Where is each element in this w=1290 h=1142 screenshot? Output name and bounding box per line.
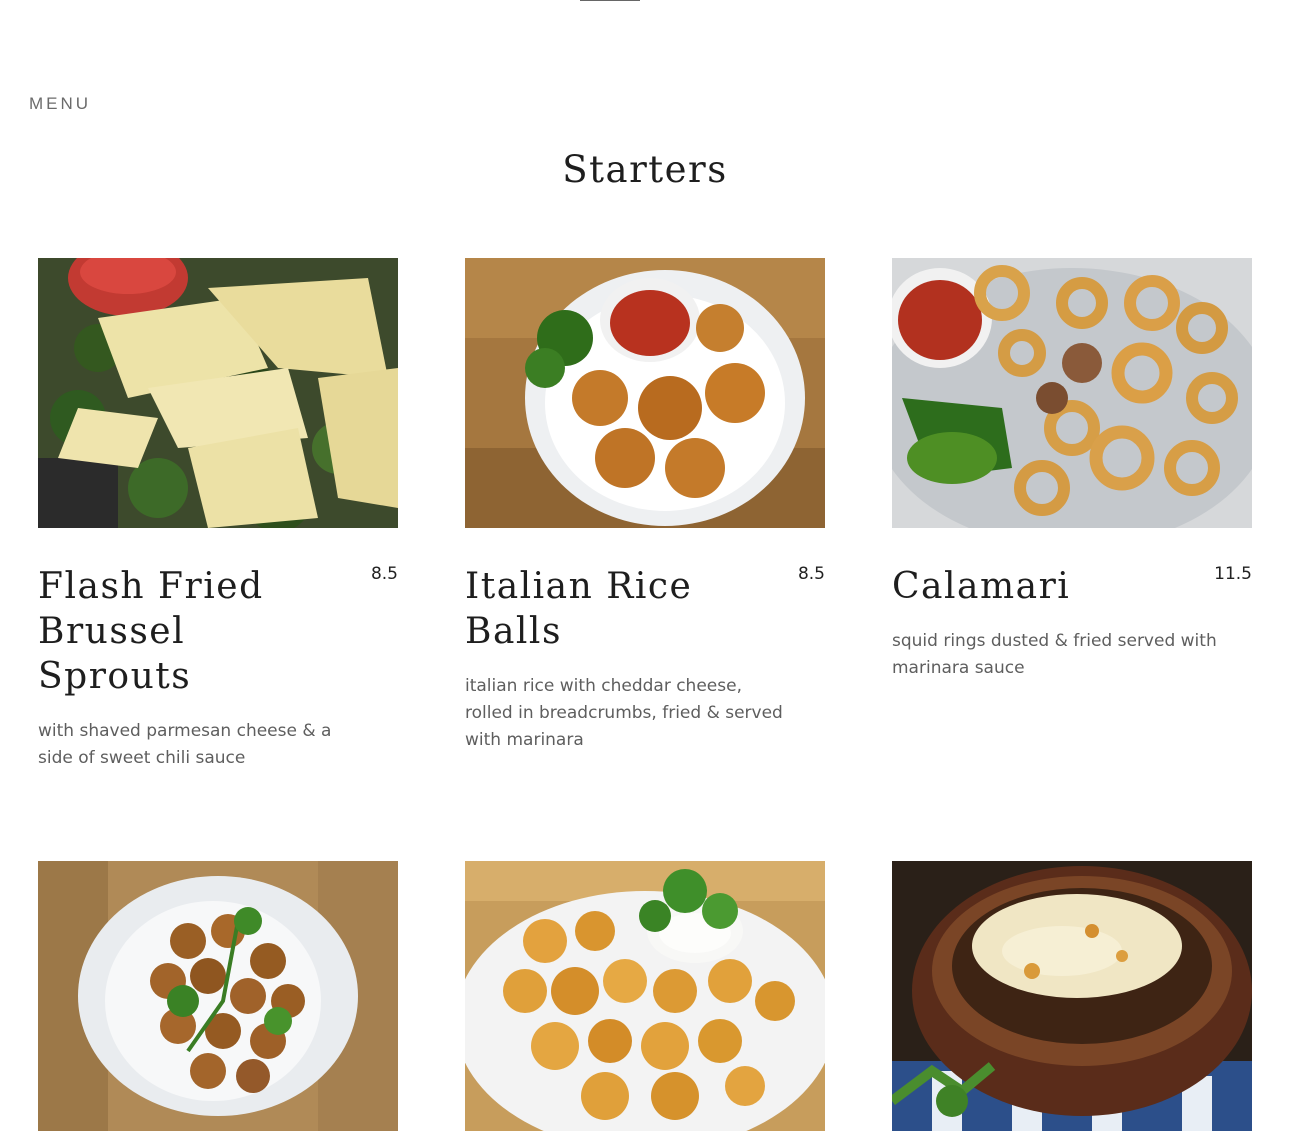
menu-item-price: 11.5 <box>1214 564 1252 584</box>
calamari-photo <box>892 258 1252 528</box>
menu-item-header: Italian Rice Balls 8.5 <box>465 564 825 654</box>
menu-item-price: 8.5 <box>370 564 398 584</box>
menu-item-card <box>892 861 1252 1131</box>
menu-item-card: Flash Fried Brussel Sprouts 8.5 with sha… <box>38 258 398 772</box>
menu-item-name: Calamari <box>892 566 1071 607</box>
menu-item-price: 8.5 <box>797 564 825 584</box>
menu-item-header: Calamari 11.5 <box>892 564 1252 609</box>
potato-bites-photo <box>38 861 398 1131</box>
french-onion-soup-photo <box>892 861 1252 1131</box>
menu-item-description: squid rings dusted & fried served with m… <box>892 631 1217 678</box>
section-title: Starters <box>562 148 728 191</box>
menu-item-name: Flash Fried Brussel Sprouts <box>38 566 264 697</box>
fried-cheese-bites-photo <box>465 861 825 1131</box>
menu-item-card <box>465 861 825 1131</box>
menu-item-name: Italian Rice Balls <box>465 566 693 652</box>
menu-page: MENU Starters Flash Fried Brussel Sprout… <box>0 0 1290 1142</box>
menu-item-card <box>38 861 398 1131</box>
menu-item-card: Calamari 11.5 squid rings dusted & fried… <box>892 258 1252 682</box>
menu-item-description: with shaved parmesan cheese & a side of … <box>38 721 332 768</box>
brussel-sprouts-photo <box>38 258 398 528</box>
menu-nav-link[interactable]: MENU <box>29 94 91 114</box>
menu-item-card: Italian Rice Balls 8.5 italian rice with… <box>465 258 825 754</box>
menu-item-description: italian rice with cheddar cheese, rolled… <box>465 676 783 750</box>
rice-balls-photo <box>465 258 825 528</box>
header-divider <box>580 0 640 1</box>
menu-item-header: Flash Fried Brussel Sprouts 8.5 <box>38 564 398 699</box>
